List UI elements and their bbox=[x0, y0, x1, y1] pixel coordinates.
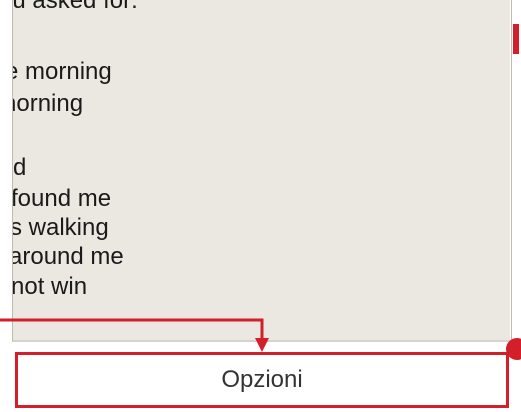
text-line-1: e morning bbox=[12, 58, 112, 85]
red-edge-marker bbox=[513, 24, 519, 54]
text-line-cut-off: ou asked for: bbox=[12, 0, 138, 14]
text-line-2: norning bbox=[13, 90, 84, 117]
callout-badge bbox=[506, 338, 521, 360]
text-content-panel: ou asked for: e morning norning g d foun… bbox=[12, 0, 510, 342]
text-line-6: s walking bbox=[12, 214, 109, 241]
text-line-5: found me bbox=[12, 185, 112, 212]
options-button[interactable]: Opzioni bbox=[15, 352, 509, 408]
text-line-7: around me bbox=[12, 243, 124, 270]
text-line-4: d bbox=[13, 154, 27, 181]
text-line-8: not win bbox=[12, 273, 88, 300]
screenshot-stage: ou asked for: e morning norning g d foun… bbox=[0, 0, 521, 412]
text-line-3: g bbox=[13, 122, 14, 150]
